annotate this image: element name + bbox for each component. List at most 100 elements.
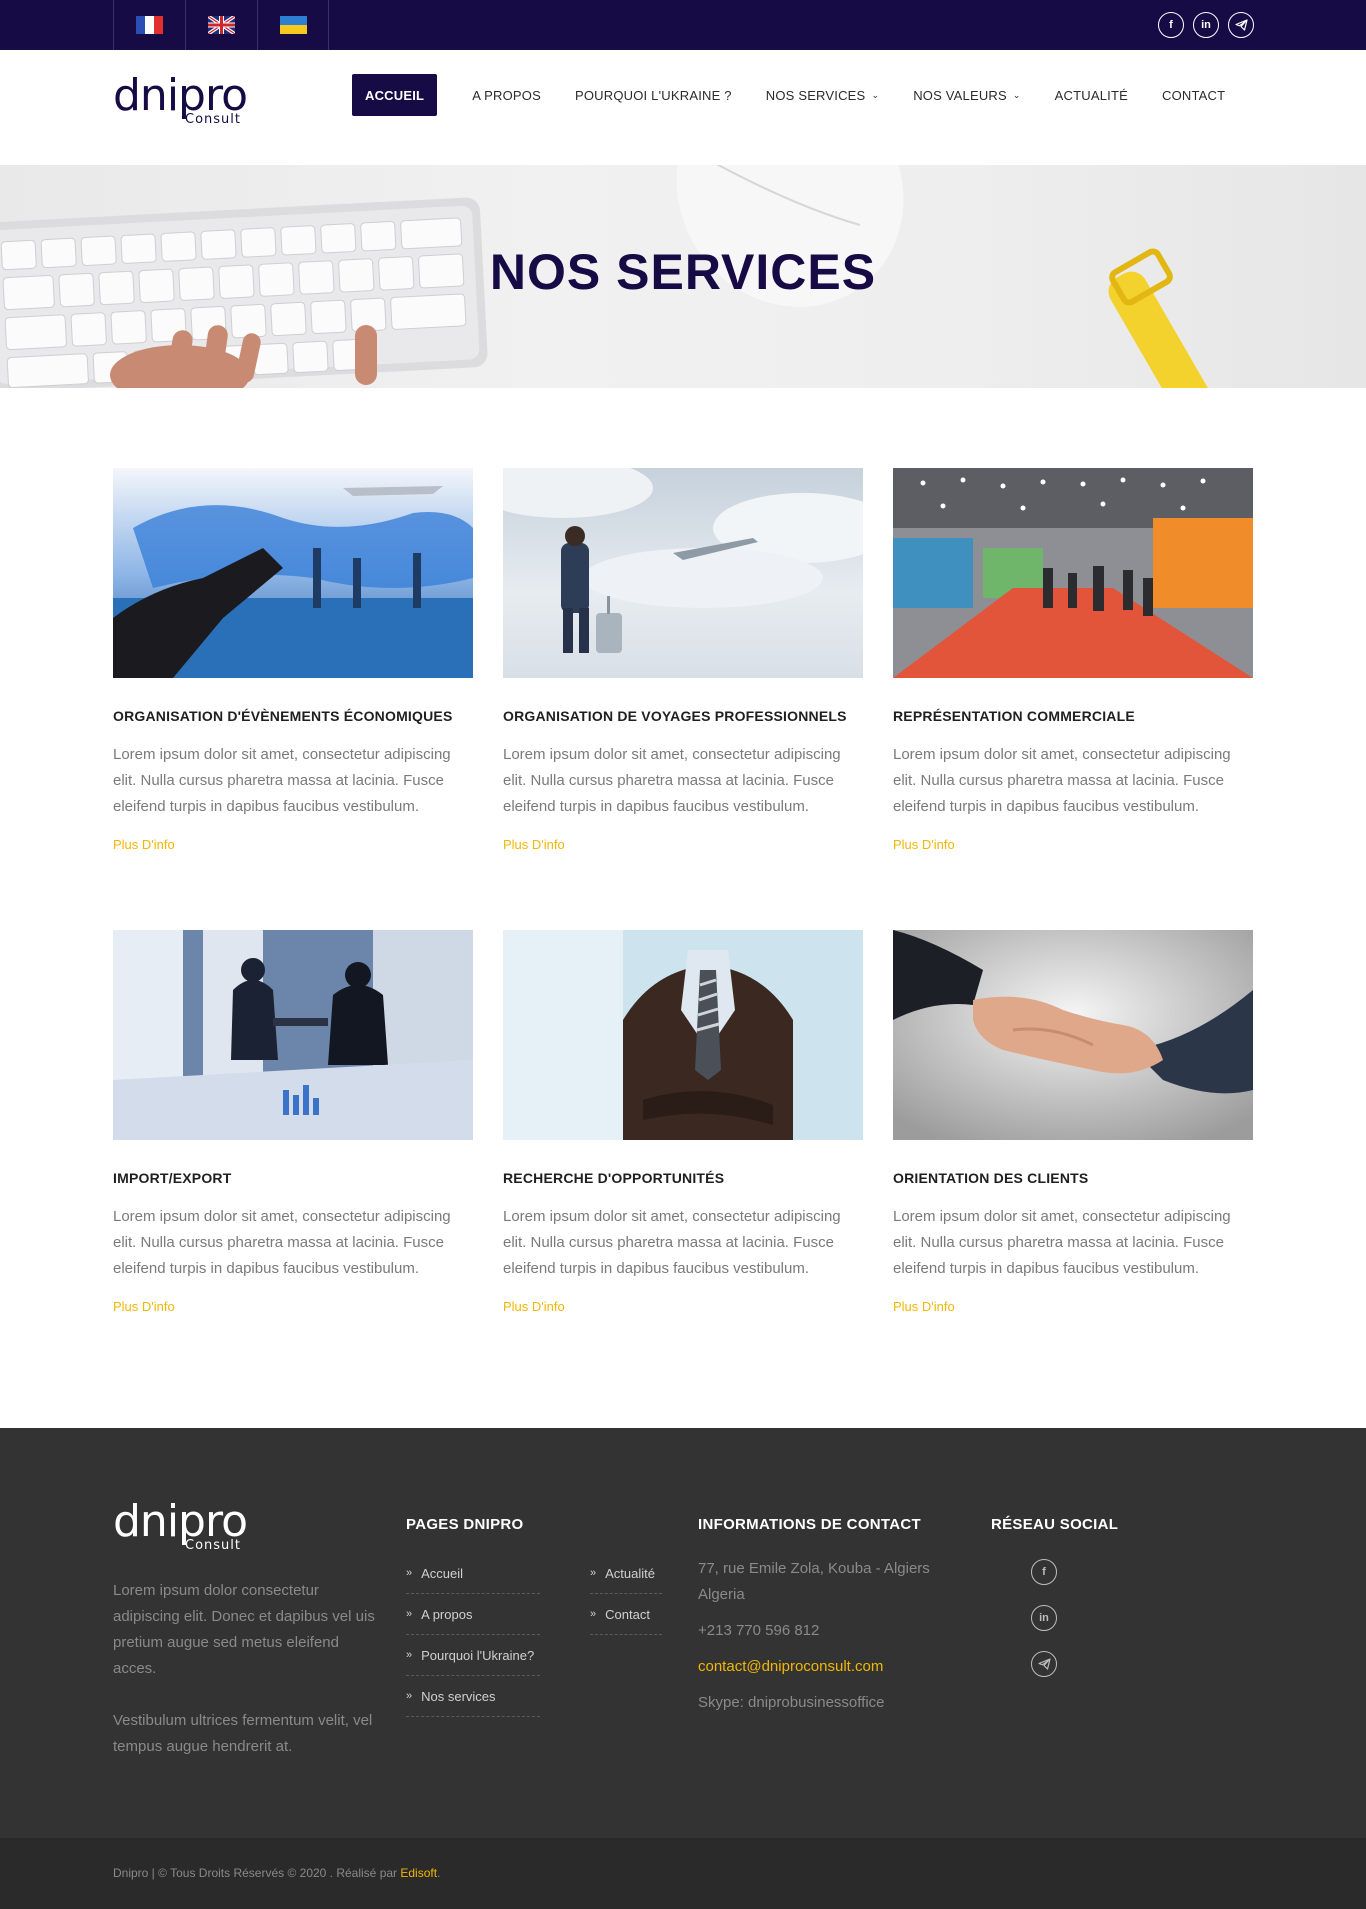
service-card: ORGANISATION DE VOYAGES PROFESSIONNELS L…: [503, 468, 863, 852]
service-card: IMPORT/EXPORT Lorem ipsum dolor sit amet…: [113, 930, 473, 1314]
service-description: Lorem ipsum dolor sit amet, consectetur …: [503, 746, 841, 815]
nav-label: NOS SERVICES: [765, 87, 866, 103]
service-card: REPRÉSENTATION COMMERCIALE Lorem ipsum d…: [893, 468, 1253, 852]
footer-link-actualite[interactable]: » Actualité: [590, 1553, 662, 1594]
copyright-text: Dnipro | © Tous Droits Réservés © 2020 .…: [113, 1866, 440, 1880]
language-uk[interactable]: [257, 0, 329, 50]
contact-address: 77, rue Emile Zola, Kouba - Algiers Alge…: [698, 1560, 930, 1603]
footer-link-label: A propos: [421, 1606, 473, 1622]
flag-uk-icon: [208, 16, 235, 34]
service-title: RECHERCHE D'OPPORTUNITÉS: [503, 1170, 725, 1186]
main-nav: ACCUEIL A PROPOS POURQUOI L'UKRAINE ? NO…: [352, 74, 1242, 116]
footer-about-text: Lorem ipsum dolor consectetur adipiscing…: [113, 1582, 375, 1677]
telegram-icon[interactable]: [1031, 1651, 1057, 1677]
facebook-icon[interactable]: f: [1031, 1559, 1057, 1585]
footer-link-label: Nos services: [421, 1688, 496, 1704]
contact-email[interactable]: contact@dniproconsult.com: [698, 1654, 958, 1680]
nav-a-propos[interactable]: A PROPOS: [455, 74, 558, 116]
footer-contact-info: 77, rue Emile Zola, Kouba - Algiers Alge…: [698, 1556, 958, 1726]
footer-link-nos-services[interactable]: » Nos services: [406, 1676, 540, 1717]
linkedin-icon[interactable]: in: [1031, 1605, 1057, 1631]
footer-link-label: Accueil: [421, 1565, 464, 1581]
double-chevron-icon: »: [590, 1608, 597, 1620]
footer-about: Lorem ipsum dolor consectetur adipiscing…: [113, 1578, 383, 1760]
linkedin-icon[interactable]: in: [1193, 12, 1219, 38]
more-info-link[interactable]: Plus D'info: [893, 1299, 1253, 1314]
page-hero: NOS SERVICES: [0, 165, 1366, 388]
footer-link-label: Contact: [605, 1606, 650, 1622]
top-bar: f in: [0, 0, 1366, 50]
developer-link[interactable]: Edisoft: [400, 1866, 437, 1880]
telegram-icon[interactable]: [1228, 12, 1254, 38]
double-chevron-icon: »: [406, 1690, 413, 1702]
logo-subtitle: Consult: [185, 112, 241, 127]
service-description: Lorem ipsum dolor sit amet, consectetur …: [113, 746, 451, 815]
facebook-icon[interactable]: f: [1158, 12, 1184, 38]
service-image-commercial[interactable]: [893, 468, 1253, 678]
nav-label: A PROPOS: [472, 87, 541, 103]
service-title: ORGANISATION D'ÉVÈNEMENTS ÉCONOMIQUES: [113, 708, 453, 724]
nav-accueil[interactable]: ACCUEIL: [352, 74, 438, 116]
service-card: ORGANISATION D'ÉVÈNEMENTS ÉCONOMIQUES Lo…: [113, 468, 473, 852]
service-title: IMPORT/EXPORT: [113, 1170, 232, 1186]
footer-link-pourquoi-ukraine[interactable]: » Pourquoi l'Ukraine?: [406, 1635, 540, 1676]
footer-contact-heading: INFORMATIONS DE CONTACT: [698, 1516, 921, 1533]
double-chevron-icon: »: [406, 1608, 413, 1620]
service-description: Lorem ipsum dolor sit amet, consectetur …: [893, 1208, 1231, 1277]
footer-logo[interactable]: dnipro Consult: [113, 1496, 263, 1556]
nav-contact[interactable]: CONTACT: [1145, 74, 1242, 116]
footer-link-label: Actualité: [605, 1565, 655, 1581]
service-description: Lorem ipsum dolor sit amet, consectetur …: [893, 746, 1231, 815]
nav-pourquoi-ukraine[interactable]: POURQUOI L'UKRAINE ?: [558, 74, 749, 116]
footer-social-links: f in: [1031, 1559, 1057, 1677]
chevron-down-icon: ⌄: [871, 89, 880, 100]
service-description: Lorem ipsum dolor sit amet, consectetur …: [113, 1208, 451, 1277]
footer-social-heading: RÉSEAU SOCIAL: [991, 1516, 1119, 1533]
nav-actualite[interactable]: ACTUALITÉ: [1038, 74, 1145, 116]
top-social-links: f in: [1158, 12, 1254, 38]
service-card: RECHERCHE D'OPPORTUNITÉS Lorem ipsum dol…: [503, 930, 863, 1314]
nav-nos-services[interactable]: NOS SERVICES ⌄: [749, 74, 896, 116]
copyright-bar: Dnipro | © Tous Droits Réservés © 2020 .…: [0, 1838, 1366, 1909]
double-chevron-icon: »: [590, 1567, 597, 1579]
service-title: REPRÉSENTATION COMMERCIALE: [893, 708, 1135, 724]
service-image-import-export[interactable]: [113, 930, 473, 1140]
language-en[interactable]: [185, 0, 257, 50]
footer-link-contact[interactable]: » Contact: [590, 1594, 662, 1635]
more-info-link[interactable]: Plus D'info: [503, 837, 863, 852]
footer-link-a-propos[interactable]: » A propos: [406, 1594, 540, 1635]
chevron-down-icon: ⌄: [1012, 89, 1021, 100]
service-image-travel[interactable]: [503, 468, 863, 678]
service-description: Lorem ipsum dolor sit amet, consectetur …: [503, 1208, 841, 1277]
footer-link-label: Pourquoi l'Ukraine?: [421, 1647, 535, 1663]
footer-pages-heading: PAGES DNIPRO: [406, 1516, 524, 1533]
page-title: NOS SERVICES: [489, 244, 877, 300]
nav-label: ACCUEIL: [365, 87, 425, 103]
contact-phone[interactable]: +213 770 596 812: [698, 1618, 958, 1644]
site-footer: dnipro Consult Lorem ipsum dolor consect…: [0, 1428, 1366, 1838]
language-switcher: [113, 0, 329, 50]
service-image-client-orientation[interactable]: [893, 930, 1253, 1140]
service-card: ORIENTATION DES CLIENTS Lorem ipsum dolo…: [893, 930, 1253, 1314]
service-image-opportunities[interactable]: [503, 930, 863, 1140]
logo-subtitle: Consult: [185, 1538, 241, 1553]
double-chevron-icon: »: [406, 1649, 413, 1661]
more-info-link[interactable]: Plus D'info: [113, 1299, 473, 1314]
service-image-events[interactable]: [113, 468, 473, 678]
more-info-link[interactable]: Plus D'info: [503, 1299, 863, 1314]
more-info-link[interactable]: Plus D'info: [113, 837, 473, 852]
more-info-link[interactable]: Plus D'info: [893, 837, 1253, 852]
nav-nos-valeurs[interactable]: NOS VALEURS ⌄: [896, 74, 1037, 116]
nav-label: NOS VALEURS: [913, 87, 1007, 103]
service-title: ORGANISATION DE VOYAGES PROFESSIONNELS: [503, 708, 847, 724]
footer-link-accueil[interactable]: » Accueil: [406, 1553, 540, 1594]
service-title: ORIENTATION DES CLIENTS: [893, 1170, 1089, 1186]
copyright-end: .: [437, 1866, 441, 1880]
logo[interactable]: dnipro Consult: [113, 70, 263, 130]
language-fr[interactable]: [113, 0, 185, 50]
double-chevron-icon: »: [406, 1567, 413, 1579]
footer-about-text: Vestibulum ultrices fermentum velit, vel…: [113, 1712, 373, 1755]
footer-pages-col1: » Accueil » A propos » Pourquoi l'Ukraine? …: [406, 1553, 540, 1717]
site-header: dnipro Consult ACCUEIL A PROPOS POURQUOI…: [0, 50, 1366, 165]
contact-skype: Skype: dniprobusinessoffice: [698, 1694, 885, 1711]
